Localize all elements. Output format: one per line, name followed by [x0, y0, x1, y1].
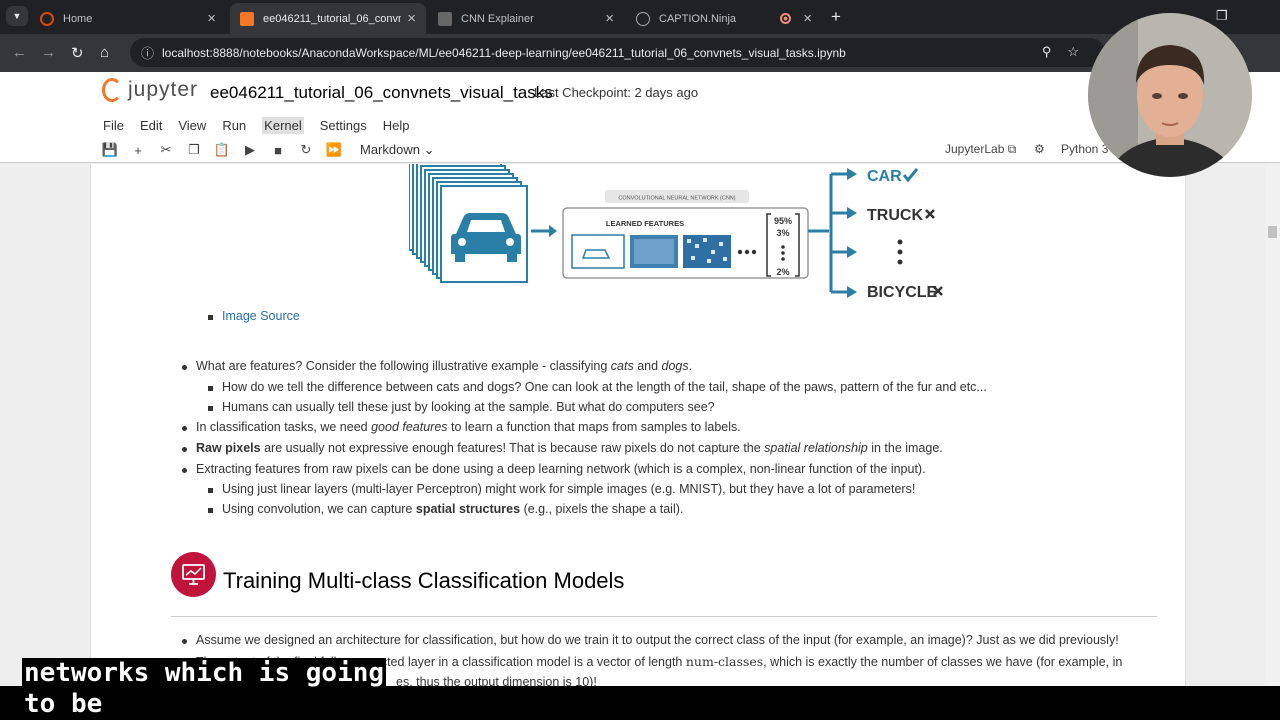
list-item: What are features? Consider the followin… [181, 359, 693, 373]
notebook-toolbar: 💾 + ✂ ❐ 📋 ▶ ■ ↻ ⏩ Markdown ⌄ [96, 140, 435, 160]
chevron-down-icon: ⌄ [423, 142, 435, 157]
bookmark-star-icon[interactable]: ☆ [1067, 44, 1095, 59]
notebook-title[interactable]: ee046211_tutorial_06_convnets_visual_tas… [210, 83, 553, 103]
zoom-icon[interactable]: ⚲ [1042, 44, 1068, 59]
fast-forward-icon[interactable]: ⏩ [320, 142, 348, 158]
jupyter-wordmark: jupyter [128, 78, 199, 101]
class-label: BICYCLE [867, 284, 938, 301]
tab-title: ee046211_tutorial_06_convnets [263, 12, 402, 25]
learned-features-label: LEARNED FEATURES [606, 219, 684, 228]
stop-icon[interactable]: ■ [264, 143, 292, 158]
image-source-link[interactable]: Image Source [222, 309, 300, 323]
menu-settings[interactable]: Settings [320, 117, 367, 134]
forward-icon[interactable]: → [41, 44, 56, 61]
copy-icon[interactable]: ❐ [180, 142, 208, 158]
save-icon[interactable]: 💾 [96, 142, 124, 158]
list-item: Using just linear layers (multi-layer Pe… [207, 482, 916, 496]
back-icon[interactable]: ← [12, 44, 27, 61]
restore-icon[interactable]: ❐ [1216, 8, 1228, 24]
paste-icon[interactable]: 📋 [208, 142, 236, 158]
close-icon[interactable]: × [407, 10, 416, 27]
webcam-overlay [1088, 13, 1252, 177]
kernel-name[interactable]: Python 3 [1061, 142, 1108, 156]
cell-type-select[interactable]: Markdown ⌄ [360, 142, 435, 158]
site-info-icon[interactable]: ⓘ [141, 43, 154, 62]
check-icon [902, 168, 919, 183]
globe-icon [636, 11, 650, 26]
cell-type-value: Markdown [360, 142, 420, 157]
url-field[interactable]: ⓘ localhost:8888/notebooks/AnacondaWorks… [130, 38, 1105, 67]
jupyter-logo[interactable]: jupyter [102, 78, 198, 102]
prob-label: 2% [776, 267, 789, 277]
home-icon[interactable]: ⌂ [100, 44, 109, 61]
jupyter-page: jupyter ee046211_tutorial_06_convnets_vi… [0, 72, 1280, 689]
debugger-icon[interactable]: ⚙ [1034, 142, 1045, 156]
jupyter-logo-icon [102, 78, 122, 102]
class-label: TRUCK [867, 207, 923, 224]
tab-title: Home [63, 12, 93, 25]
browser-tab-strip: ▼ Home × ee046211_tutorial_06_convnets ×… [0, 0, 1280, 34]
prob-label: 3% [776, 228, 789, 238]
add-cell-icon[interactable]: + [124, 143, 152, 158]
list-item: How do we tell the difference between ca… [208, 380, 987, 394]
list-item: Using convolution, we can capture spatia… [207, 502, 684, 516]
checkpoint-status: Last Checkpoint: 2 days ago [534, 85, 699, 100]
notebook-cells: CONVOLUTIONAL NEURAL NETWORK (CNN) LEARN… [90, 164, 1186, 689]
menu-run[interactable]: Run [222, 117, 246, 134]
cnn-label: CONVOLUTIONAL NEURAL NETWORK (CNN) [618, 196, 735, 202]
list-item: Extracting features from raw pixels can … [182, 462, 926, 476]
reload-icon[interactable]: ↻ [71, 44, 84, 62]
recording-icon [780, 13, 792, 24]
cnn-favicon-icon [438, 11, 452, 26]
scrollbar-thumb[interactable] [1268, 226, 1277, 238]
list-item: Raw pixels are usually not expressive en… [182, 441, 943, 455]
cnn-diagram: CONVOLUTIONAL NEURAL NETWORK (CNN) LEARN… [409, 164, 943, 301]
jupyterlab-link[interactable]: JupyterLab ⧉ [945, 142, 1016, 157]
home-favicon-icon [40, 11, 54, 26]
caption-line: networks which is going [22, 658, 387, 689]
tab-home[interactable]: Home × [30, 3, 226, 34]
section-heading: Training Multi-class Classification Mode… [223, 568, 625, 593]
address-toolbar: ← → ↻ ⌂ ⓘ localhost:8888/notebooks/Anaco… [0, 34, 1280, 72]
menu-bar: File Edit View Run Kernel Settings Help [103, 117, 425, 134]
jupyterlab-label: JupyterLab [945, 142, 1005, 156]
new-tab-button[interactable]: + [831, 7, 841, 27]
menu-edit[interactable]: Edit [140, 117, 162, 134]
tab-cnn-explainer[interactable]: CNN Explainer × [428, 3, 624, 34]
tab-title: CAPTION.Ninja [659, 12, 737, 25]
caption-band [0, 686, 1280, 720]
external-link-icon: ⧉ [1007, 142, 1017, 156]
caption-line: to be [22, 689, 105, 720]
list-item: Assume we designed an architecture for c… [182, 633, 1119, 647]
menu-file[interactable]: File [103, 117, 124, 134]
scrollbar[interactable] [1265, 164, 1280, 686]
tab-notebook[interactable]: ee046211_tutorial_06_convnets × [230, 3, 426, 34]
tab-title: CNN Explainer [461, 12, 534, 25]
menu-kernel[interactable]: Kernel [262, 117, 304, 134]
list-item: In classification tasks, we need good fe… [182, 420, 741, 434]
close-icon[interactable]: × [207, 10, 216, 27]
notebook-favicon-icon [240, 11, 254, 26]
menu-help[interactable]: Help [383, 117, 410, 134]
prob-label: 95% [774, 216, 792, 226]
list-item: Image Source [208, 309, 300, 323]
run-icon[interactable]: ▶ [236, 142, 264, 158]
class-label: CAR [867, 168, 902, 185]
cross-icon [925, 209, 935, 219]
restart-icon[interactable]: ↻ [292, 142, 320, 158]
tab-search-button[interactable]: ▼ [6, 6, 28, 26]
list-item: Humans can usually tell these just by lo… [208, 400, 715, 414]
chart-monitor-icon [171, 552, 216, 597]
cut-icon[interactable]: ✂ [152, 142, 180, 158]
close-icon[interactable]: × [803, 10, 812, 27]
tab-caption-ninja[interactable]: CAPTION.Ninja × [626, 3, 822, 34]
close-icon[interactable]: × [605, 10, 614, 27]
menu-view[interactable]: View [178, 117, 206, 134]
divider [171, 616, 1157, 617]
url-text: localhost:8888/notebooks/AnacondaWorkspa… [162, 45, 846, 60]
